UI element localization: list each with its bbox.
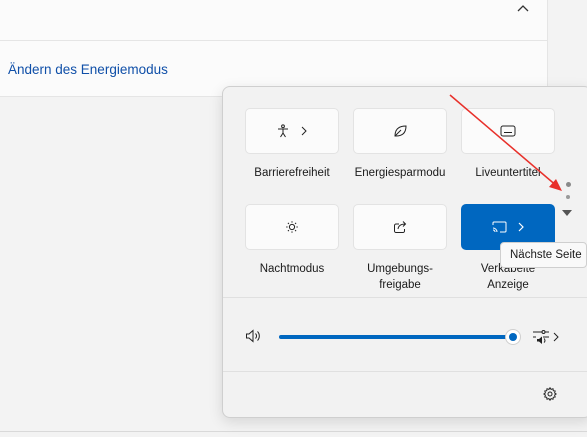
tile-label-nearby-sharing: Umgebungs- freigabe [345, 261, 455, 293]
leaf-icon [393, 125, 407, 137]
share-icon [394, 221, 407, 233]
next-page-arrow-icon[interactable] [561, 208, 573, 218]
energy-mode-link[interactable]: Ändern des Energiemodus [8, 62, 168, 77]
tile-label-line: Anzeige [487, 279, 529, 291]
tile-night-light[interactable] [245, 204, 339, 250]
tile-accessibility[interactable] [245, 108, 339, 154]
accessibility-icon [278, 124, 288, 138]
chevron-right-icon[interactable] [517, 222, 525, 232]
tile-label-line: freigabe [379, 279, 421, 291]
page-dot-1[interactable] [566, 182, 571, 187]
captions-icon [500, 125, 516, 137]
brightness-icon [286, 221, 298, 233]
chevron-up-icon[interactable] [513, 2, 533, 16]
speaker-icon[interactable] [245, 329, 263, 343]
tile-label-night-light: Nachtmodus [259, 263, 325, 275]
settings-card-header[interactable] [0, 0, 547, 41]
chevron-right-icon[interactable] [552, 332, 560, 342]
settings-card: Ändern des Energiemodus [0, 0, 548, 97]
next-page-tooltip: Nächste Seite [500, 242, 587, 268]
tile-energy-saver[interactable] [353, 108, 447, 154]
tile-label-live-captions: Liveuntertitel [475, 167, 541, 179]
audio-output-icon[interactable] [532, 327, 550, 345]
gear-icon[interactable] [543, 387, 557, 401]
cast-icon [492, 221, 506, 233]
tile-label-energy-saver: Energiesparmodu [354, 167, 446, 179]
volume-slider-thumb[interactable] [505, 329, 521, 345]
chevron-right-icon[interactable] [300, 126, 308, 136]
divider [223, 297, 587, 298]
tile-live-captions[interactable] [461, 108, 555, 154]
volume-slider-track[interactable] [279, 335, 515, 339]
tile-nearby-sharing[interactable] [353, 204, 447, 250]
page-dot-2[interactable] [566, 195, 570, 199]
tile-label-line: Umgebungs- [367, 263, 433, 275]
taskbar-divider [0, 431, 587, 432]
tile-label-accessibility: Barrierefreiheit [254, 167, 330, 179]
divider [223, 371, 587, 372]
